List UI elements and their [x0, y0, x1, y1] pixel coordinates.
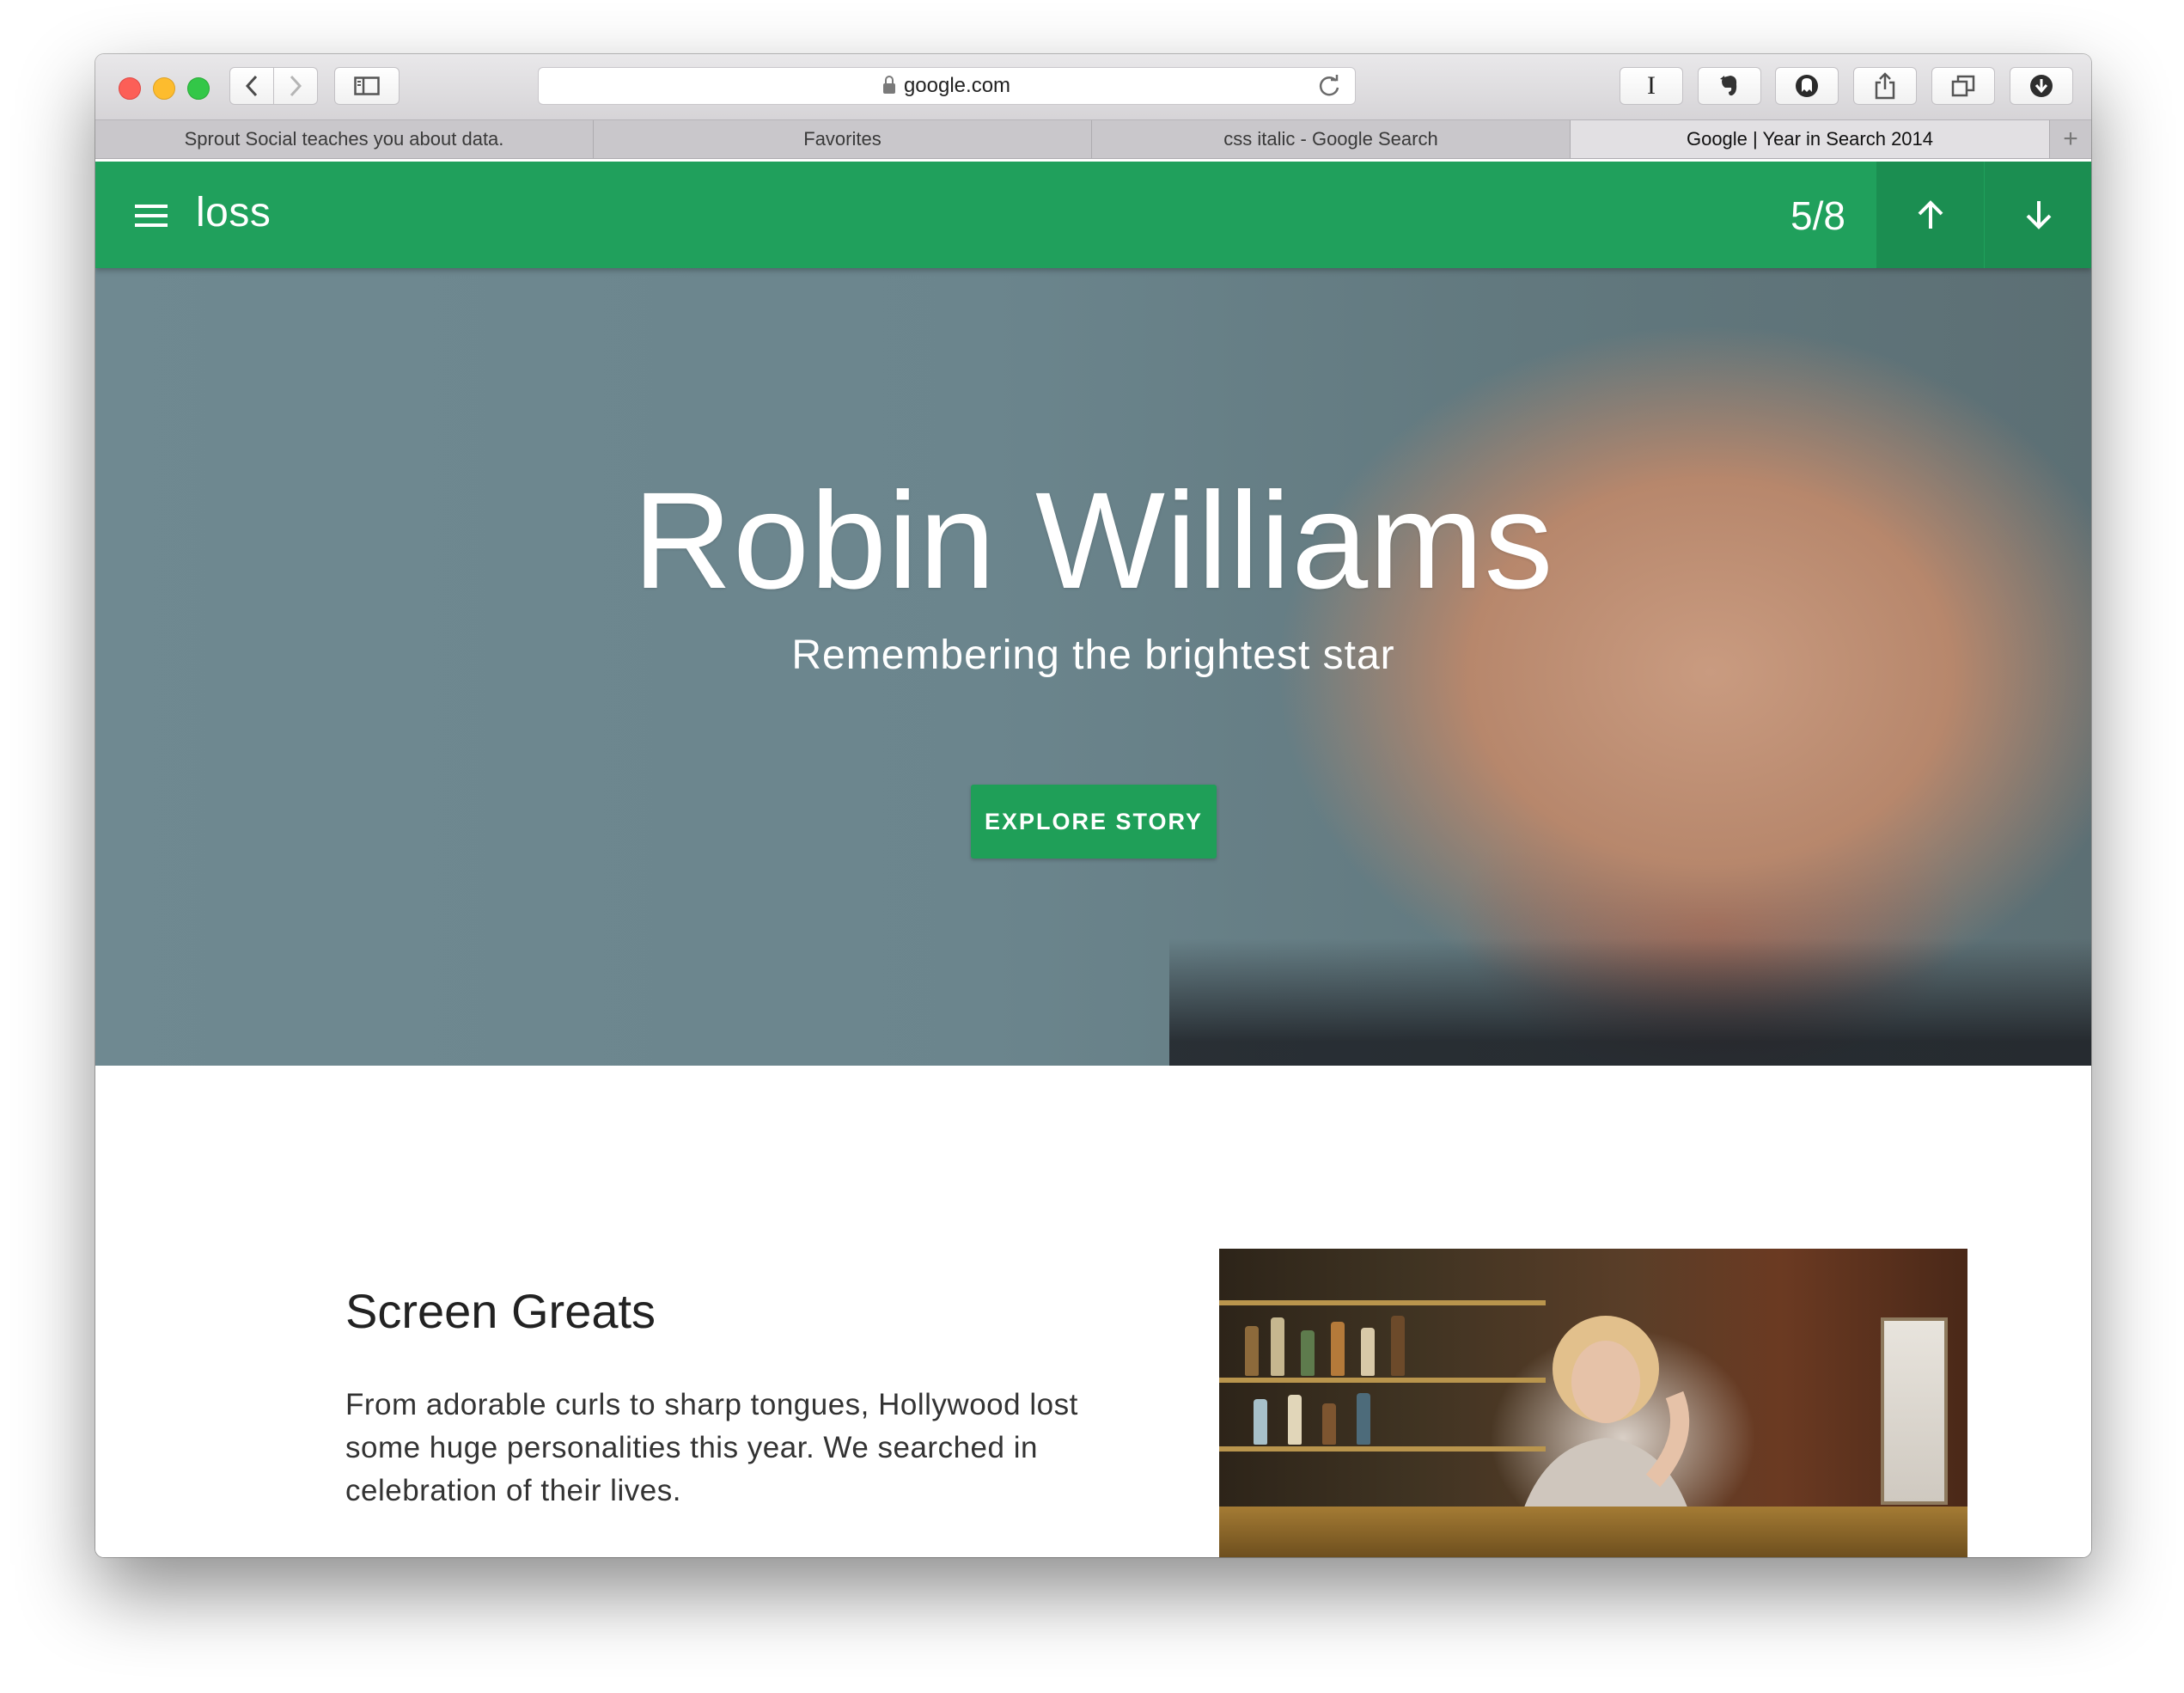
bottle: [1322, 1403, 1336, 1445]
tab-label: Sprout Social teaches you about data.: [184, 128, 504, 150]
hero-title: Robin Williams: [632, 463, 1554, 617]
hero-image-shadow: [1169, 938, 2091, 1066]
wall-art-panel: [1881, 1317, 1948, 1505]
minimize-window-button[interactable]: [153, 77, 175, 100]
bottle: [1271, 1317, 1284, 1376]
address-url: google.com: [903, 74, 1011, 97]
bottle: [1331, 1322, 1345, 1376]
browser-window: google.com I Sprout Social teaches you a…: [95, 54, 2091, 1557]
instapaper-button[interactable]: I: [1620, 67, 1683, 105]
forward-button[interactable]: [273, 67, 318, 105]
section-body: From adorable curls to sharp tongues, Ho…: [345, 1388, 1078, 1507]
sidebar-icon: [354, 76, 380, 95]
tab-favorites[interactable]: Favorites: [594, 120, 1092, 158]
explore-story-button[interactable]: EXPLORE STORY: [971, 785, 1217, 859]
tab-label: css italic - Google Search: [1223, 128, 1438, 150]
sidebar-button[interactable]: [334, 67, 400, 105]
next-story-button[interactable]: [1985, 162, 2091, 268]
bar-counter: [1219, 1507, 1967, 1557]
feature-image: [1219, 1249, 1967, 1557]
tab-sprout-social[interactable]: Sprout Social teaches you about data.: [95, 120, 594, 158]
story-counter: 5/8: [1791, 193, 1845, 238]
bottle: [1254, 1399, 1267, 1445]
lock-icon: [882, 76, 895, 94]
share-icon: [1875, 72, 1895, 100]
arrow-up-icon: [1918, 200, 1943, 229]
tabs-overview-button[interactable]: [1931, 67, 1995, 105]
bottle: [1245, 1326, 1259, 1376]
downloads-button[interactable]: [2010, 67, 2073, 105]
hero-subtitle: Remembering the brightest star: [791, 633, 1395, 678]
app-bar-title: loss: [196, 190, 271, 235]
reload-icon[interactable]: [1317, 74, 1341, 104]
chevron-left-icon: [245, 75, 258, 97]
download-icon: [2030, 75, 2053, 97]
browser-toolbar: google.com I: [95, 54, 2091, 120]
address-bar[interactable]: google.com: [538, 67, 1356, 105]
bottle: [1391, 1316, 1405, 1376]
close-window-button[interactable]: [119, 77, 141, 100]
chevron-right-icon: [290, 75, 302, 97]
previous-story-button[interactable]: [1876, 162, 1984, 268]
bar-shelf: [1219, 1300, 1546, 1305]
hamburger-menu-icon[interactable]: [135, 205, 168, 227]
instapaper-icon: I: [1647, 71, 1656, 100]
tab-bar: Sprout Social teaches you about data. Fa…: [95, 120, 2091, 159]
plus-icon: +: [2063, 125, 2078, 153]
tabs-overview-icon: [1951, 75, 1975, 97]
arrow-down-icon: [2026, 201, 2051, 229]
tab-css-italic[interactable]: css italic - Google Search: [1092, 120, 1571, 158]
bottle: [1301, 1330, 1315, 1376]
evernote-icon: [1720, 76, 1737, 96]
hero-banner: Robin Williams Remembering the brightest…: [95, 268, 2091, 1066]
ghostery-button[interactable]: [1775, 67, 1839, 105]
tab-label: Google | Year in Search 2014: [1686, 128, 1934, 150]
bottle: [1357, 1393, 1370, 1445]
tab-label: Favorites: [803, 128, 882, 150]
evernote-button[interactable]: [1698, 67, 1761, 105]
bottle: [1361, 1328, 1375, 1376]
web-page: loss 5/8 Robin Williams Remembering the …: [95, 162, 2091, 1557]
tab-year-in-search[interactable]: Google | Year in Search 2014: [1571, 120, 2050, 158]
share-button[interactable]: [1853, 67, 1917, 105]
maximize-window-button[interactable]: [187, 77, 210, 100]
ghostery-icon: [1796, 75, 1818, 97]
new-tab-button[interactable]: +: [2050, 120, 2091, 158]
bottle: [1288, 1395, 1302, 1445]
back-button[interactable]: [229, 67, 274, 105]
app-bar: loss 5/8: [95, 162, 2091, 268]
section-title: Screen Greats: [345, 1284, 656, 1338]
